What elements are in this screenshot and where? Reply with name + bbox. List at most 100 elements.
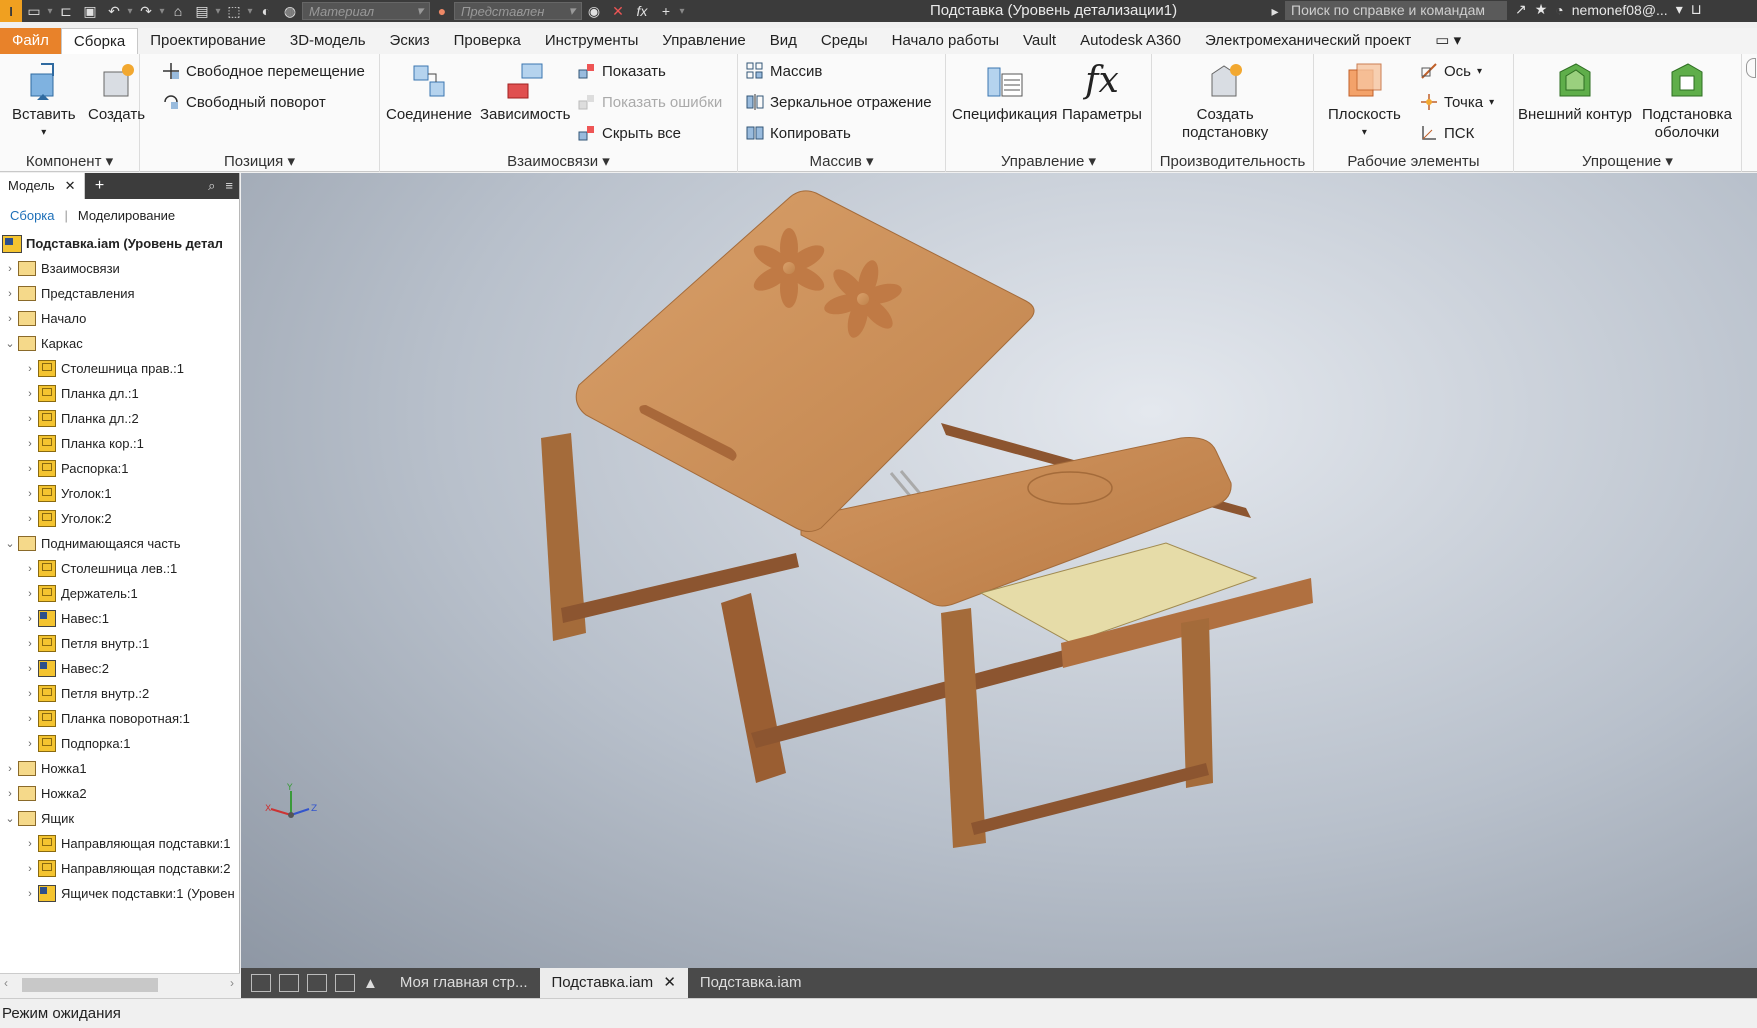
close-icon[interactable]: ✕ [663, 974, 676, 991]
chevron-right-icon[interactable]: › [22, 563, 38, 575]
appearance-select[interactable]: Представлен ▾ [454, 2, 582, 20]
chevron-right-icon[interactable]: › [22, 888, 38, 900]
create-button[interactable]: Создать [88, 60, 145, 124]
tab-vault[interactable]: Vault [1011, 28, 1068, 54]
right-crossbar[interactable] [971, 763, 1209, 835]
play-arrow-icon[interactable]: ▸ [1263, 1, 1287, 21]
tree-node[interactable]: › Навес:2 [22, 656, 109, 681]
tab-file[interactable]: Файл [0, 28, 61, 54]
joint-button[interactable]: Соединение [386, 60, 472, 124]
graphics-viewport[interactable]: Y X Z [241, 173, 1757, 968]
material-globe-icon[interactable]: ◍ [278, 1, 302, 21]
redo-icon[interactable]: ↷ [134, 1, 158, 21]
tree-node[interactable]: › Столешница лев.:1 [22, 556, 177, 581]
tree-node[interactable]: › Направляющая подставки:2 [22, 856, 230, 881]
free-move-button[interactable]: Свободное перемещение [162, 62, 365, 80]
chevron-right-icon[interactable]: › [2, 788, 18, 800]
shrinkwrap-button[interactable]: Внешний контур [1518, 60, 1632, 124]
subtab-assembly[interactable]: Сборка [10, 208, 55, 223]
scroll-right-icon[interactable]: › [230, 976, 234, 990]
chevron-right-icon[interactable]: › [22, 388, 38, 400]
clear-appearance-icon[interactable]: ✕ [606, 1, 630, 21]
select-dropdown-icon[interactable]: ▾ [246, 6, 254, 17]
left-crossbar[interactable] [561, 553, 799, 623]
tree-node[interactable]: › Навес:1 [22, 606, 109, 631]
tree-node[interactable]: › Планка кор.:1 [22, 431, 144, 456]
tab-get-started[interactable]: Начало работы [880, 28, 1011, 54]
tab-sketch[interactable]: Эскиз [378, 28, 442, 54]
bom-button[interactable]: Спецификация [952, 60, 1057, 124]
group-label-simplification[interactable]: Упрощение ▾ [1514, 152, 1741, 170]
chevron-right-icon[interactable]: › [2, 763, 18, 775]
scroll-left-icon[interactable]: ‹ [4, 976, 8, 990]
chevron-right-icon[interactable]: › [22, 588, 38, 600]
tree-node[interactable]: › Ножка1 [2, 756, 87, 781]
raised-tabletop[interactable] [575, 190, 1035, 532]
point-button[interactable]: Точка ▾ [1420, 93, 1494, 111]
back-left-leg[interactable] [721, 593, 786, 783]
close-icon[interactable]: ✕ [65, 173, 76, 199]
tree-node[interactable]: › Распорка:1 [22, 456, 129, 481]
doctab-active[interactable]: Подставка.iam ✕ [539, 968, 688, 998]
axis-button[interactable]: Ось ▾ [1420, 62, 1482, 80]
chevron-right-icon[interactable]: › [22, 363, 38, 375]
insert-button[interactable]: Вставить ▾ [12, 60, 76, 142]
group-label-manage[interactable]: Управление ▾ [946, 152, 1151, 170]
tree-node[interactable]: › Петля внутр.:2 [22, 681, 149, 706]
tile-vertical-icon[interactable] [335, 974, 355, 992]
home-icon[interactable]: ⌂ [166, 1, 190, 21]
tree-node[interactable]: › Держатель:1 [22, 581, 138, 606]
free-rotate-button[interactable]: Свободный поворот [162, 93, 326, 111]
user-name[interactable]: nemonef08@... [1572, 2, 1668, 18]
chevron-right-icon[interactable]: › [22, 513, 38, 525]
tree-node[interactable]: › Столешница прав.:1 [22, 356, 184, 381]
save-icon[interactable]: ▣ [78, 1, 102, 21]
show-button[interactable]: Показать [578, 62, 666, 80]
tile-horizontal-icon[interactable] [307, 974, 327, 992]
view-triad-icon[interactable]: Y X Z [265, 783, 325, 833]
tree-node[interactable]: › Уголок:1 [22, 481, 112, 506]
group-label-relationships[interactable]: Взаимосвязи ▾ [380, 152, 737, 170]
tab-3d-model[interactable]: 3D-модель [278, 28, 378, 54]
ribbon-expand-handle[interactable] [1746, 58, 1756, 78]
front-right-leg[interactable] [941, 608, 986, 848]
search-icon[interactable]: ⌕ [208, 178, 215, 194]
undo-dropdown-icon[interactable]: ▾ [126, 6, 134, 17]
material-select[interactable]: Материал ▾ [302, 2, 430, 20]
plus-icon[interactable]: + [654, 1, 678, 21]
group-label-pattern[interactable]: Массив ▾ [738, 152, 945, 170]
chevron-right-icon[interactable]: › [22, 838, 38, 850]
chevron-right-icon[interactable]: › [22, 438, 38, 450]
tree-node[interactable]: › Петля внутр.:1 [22, 631, 149, 656]
chevron-right-icon[interactable]: › [2, 288, 18, 300]
undo-icon[interactable]: ↶ [102, 1, 126, 21]
update-dropdown-icon[interactable]: ▾ [214, 6, 222, 17]
ucs-button[interactable]: ПСК [1420, 124, 1474, 142]
tab-view[interactable]: Вид [758, 28, 809, 54]
tree-node[interactable]: › Уголок:2 [22, 506, 112, 531]
tree-node[interactable]: › Представления [2, 281, 135, 306]
tree-node[interactable]: › Направляющая подставки:1 [22, 831, 230, 856]
appearance-sphere-icon[interactable]: ● [430, 1, 454, 21]
scrollbar-thumb[interactable] [22, 978, 158, 992]
redo-dropdown-icon[interactable]: ▾ [158, 6, 166, 17]
tab-environments[interactable]: Среды [809, 28, 880, 54]
shell-substitute-button[interactable]: Подстановка оболочки [1642, 60, 1732, 142]
sign-in-icon[interactable]: ↗ [1515, 1, 1527, 18]
tree-node[interactable]: › Ящичек подставки:1 (Уровен [22, 881, 235, 906]
menu-icon[interactable]: ≡ [225, 178, 233, 193]
tree-node[interactable]: › Планка дл.:2 [22, 406, 139, 431]
chevron-right-icon[interactable]: › [22, 713, 38, 725]
chevron-right-icon[interactable]: › [22, 463, 38, 475]
chevron-right-icon[interactable]: › [22, 488, 38, 500]
doctab-second[interactable]: Подставка.iam [688, 968, 814, 998]
chevron-right-icon[interactable]: › [2, 313, 18, 325]
plane-button[interactable]: Плоскость ▾ [1328, 60, 1401, 142]
tab-electromechanical[interactable]: Электромеханический проект [1193, 28, 1423, 54]
constrain-button[interactable]: Зависимость [480, 60, 570, 124]
chevron-down-icon[interactable]: ▾ [1676, 1, 1683, 18]
chevron-right-icon[interactable]: › [22, 738, 38, 750]
adjust-appearance-icon[interactable]: ◉ [582, 1, 606, 21]
open-folder-icon[interactable]: ⊏ [54, 1, 78, 21]
tab-manage[interactable]: Управление [650, 28, 757, 54]
